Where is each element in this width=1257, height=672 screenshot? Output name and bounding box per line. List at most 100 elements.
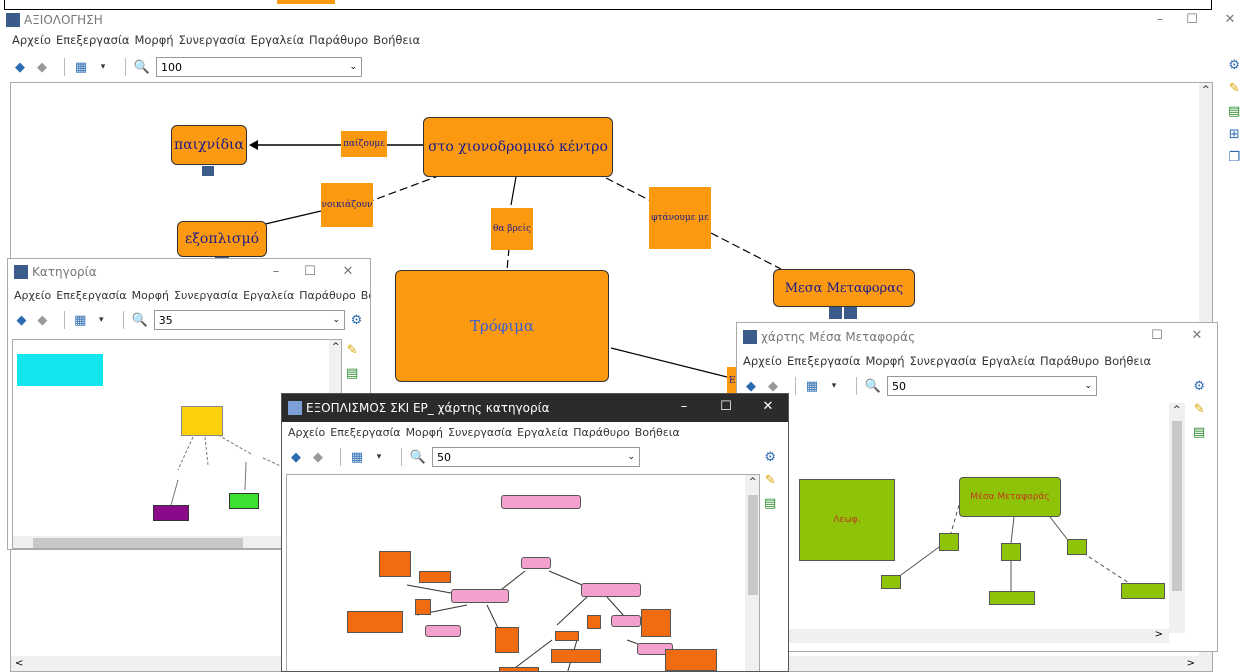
menu-help[interactable]: Βοήθεια (1104, 354, 1151, 368)
menu-collab[interactable]: Συνεργασία (179, 33, 246, 47)
image-icon[interactable] (829, 307, 842, 319)
list-icon[interactable]: ▤ (764, 496, 776, 511)
node-orange-1[interactable] (379, 551, 411, 577)
eksop-close-button[interactable]: ✕ (748, 394, 788, 420)
dropdown-icon[interactable]: ▾ (371, 449, 387, 465)
menu-format[interactable]: Μορφή (406, 426, 443, 439)
network-icon[interactable]: ⊞ (1229, 127, 1240, 142)
menu-file[interactable]: Αρχείο (743, 354, 782, 368)
menu-edit[interactable]: Επεξεργασία (56, 289, 126, 302)
scroll-up-icon[interactable]: ^ (332, 342, 340, 352)
node-small-3[interactable] (1067, 539, 1087, 555)
scroll-thumb[interactable] (33, 538, 243, 548)
node-pink-3[interactable] (581, 583, 641, 597)
layout-icon[interactable]: ▦ (73, 312, 88, 328)
node-small-2[interactable] (1001, 543, 1021, 561)
node-small-6[interactable] (1121, 583, 1165, 599)
pencil-icon[interactable]: ✎ (1229, 81, 1240, 96)
menu-help[interactable]: Βοήθεια (373, 33, 420, 47)
katigoria-close-button[interactable]: ✕ (328, 259, 368, 285)
menu-file[interactable]: Αρχείο (12, 33, 51, 47)
menu-edit[interactable]: Επεξεργασία (330, 426, 400, 439)
menu-window[interactable]: Παράθυρο (1040, 354, 1099, 368)
window-meta[interactable]: χάρτης Μέσα Μεταφοράς ☐ ✕ Αρχείο Επεξεργ… (736, 322, 1218, 652)
node-small-5[interactable] (989, 591, 1035, 605)
menu-format[interactable]: Μορφή (132, 289, 169, 302)
forward-arrow-icon[interactable]: ◆ (765, 378, 781, 394)
dropdown-icon[interactable]: ▾ (94, 312, 109, 328)
eksop-vscroll[interactable]: ^ (745, 475, 759, 671)
menu-format[interactable]: Μορφή (865, 354, 904, 368)
scroll-left-icon[interactable]: < (15, 658, 23, 669)
node-orange-11[interactable] (499, 667, 539, 671)
zoom-select[interactable]: 35 ⌄ (153, 310, 346, 330)
katigoria-maximize-button[interactable]: ☐ (290, 259, 330, 285)
scroll-thumb[interactable] (1172, 421, 1182, 591)
node-orange-10[interactable] (665, 649, 717, 671)
node-orange-2[interactable] (419, 571, 451, 583)
tools-icon[interactable]: ⚙ (349, 312, 364, 328)
layout-icon[interactable]: ▦ (73, 59, 89, 75)
node-green[interactable] (229, 493, 259, 509)
menu-format[interactable]: Μορφή (134, 33, 173, 47)
menu-edit[interactable]: Επεξεργασία (787, 354, 860, 368)
dropdown-icon[interactable]: ▾ (95, 59, 111, 75)
layout-icon[interactable]: ▦ (349, 449, 365, 465)
node-small-1[interactable] (939, 533, 959, 551)
node-pink-5[interactable] (611, 615, 641, 627)
zoom-select[interactable]: 50 ⌄ (887, 376, 1097, 396)
label-paizoume[interactable]: παίζουμε (341, 131, 387, 157)
menu-edit[interactable]: Επεξεργασία (56, 33, 129, 47)
menu-collab[interactable]: Συνεργασία (910, 354, 977, 368)
main-close-button[interactable]: ✕ (1210, 7, 1250, 33)
tools-icon[interactable]: ⚙ (764, 450, 776, 465)
back-arrow-icon[interactable]: ◆ (743, 378, 759, 394)
main-maximize-button[interactable]: ☐ (1172, 7, 1212, 33)
layout-icon[interactable]: ▦ (804, 378, 820, 394)
scroll-up-icon[interactable]: ^ (1173, 405, 1181, 415)
scroll-thumb[interactable] (748, 495, 758, 595)
node-center[interactable]: στο χιονοδρομικό κέντρο (423, 117, 613, 177)
menu-window[interactable]: Παράθυρο (573, 426, 630, 439)
node-cyan[interactable] (17, 354, 103, 386)
node-orange-4[interactable] (347, 611, 403, 633)
list-icon[interactable]: ▤ (346, 366, 358, 381)
menu-help[interactable]: Βοήθεια (635, 426, 680, 439)
node-transport[interactable]: Μεσα Μεταφορας (773, 269, 915, 307)
eksop-minimize-button[interactable]: – (664, 394, 704, 420)
menu-tools[interactable]: Εργαλεία (517, 426, 568, 439)
node-purple[interactable] (153, 505, 189, 521)
menu-tools[interactable]: Εργαλεία (982, 354, 1035, 368)
meta-canvas[interactable]: Λεωφ. Μέσα Μεταφοράς (789, 403, 1185, 643)
back-arrow-icon[interactable]: ◆ (14, 312, 29, 328)
eksop-canvas[interactable]: ^ (286, 474, 760, 671)
node-small-4[interactable] (881, 575, 901, 589)
scroll-right-icon[interactable]: > (1155, 629, 1163, 640)
node-equipment[interactable]: εξοπλισμό (177, 221, 267, 257)
list-icon[interactable]: ▤ (1228, 104, 1240, 119)
scroll-up-icon[interactable]: ^ (1202, 85, 1210, 95)
forward-arrow-icon[interactable]: ◆ (34, 59, 50, 75)
node-yellow[interactable] (181, 406, 223, 436)
scroll-right-icon[interactable]: > (1187, 658, 1195, 669)
scroll-up-icon[interactable]: ^ (749, 477, 757, 487)
menu-tools[interactable]: Εργαλεία (243, 289, 294, 302)
node-pink-top[interactable] (501, 495, 581, 509)
node-pink-1[interactable] (521, 557, 551, 569)
label-noikiazoun[interactable]: νοικιάζουν (321, 183, 373, 227)
menu-file[interactable]: Αρχείο (288, 426, 325, 439)
menu-tools[interactable]: Εργαλεία (251, 33, 304, 47)
menu-help[interactable]: Βοήθεια (361, 289, 370, 302)
node-games[interactable]: παιχνίδια (171, 125, 247, 165)
menu-collab[interactable]: Συνεργασία (448, 426, 512, 439)
node-orange-6[interactable] (587, 615, 601, 629)
meta-hscroll[interactable]: > (789, 629, 1169, 643)
node-pink-4[interactable] (425, 625, 461, 637)
node-food[interactable]: Τρόφιμα (395, 270, 609, 382)
back-arrow-icon[interactable]: ◆ (12, 59, 28, 75)
meta-maximize-button[interactable]: ☐ (1137, 323, 1177, 349)
zoom-select[interactable]: 100 ⌄ (156, 57, 362, 77)
pencil-icon[interactable]: ✎ (347, 343, 358, 358)
menu-collab[interactable]: Συνεργασία (174, 289, 238, 302)
tools-icon[interactable]: ⚙ (1228, 58, 1240, 73)
